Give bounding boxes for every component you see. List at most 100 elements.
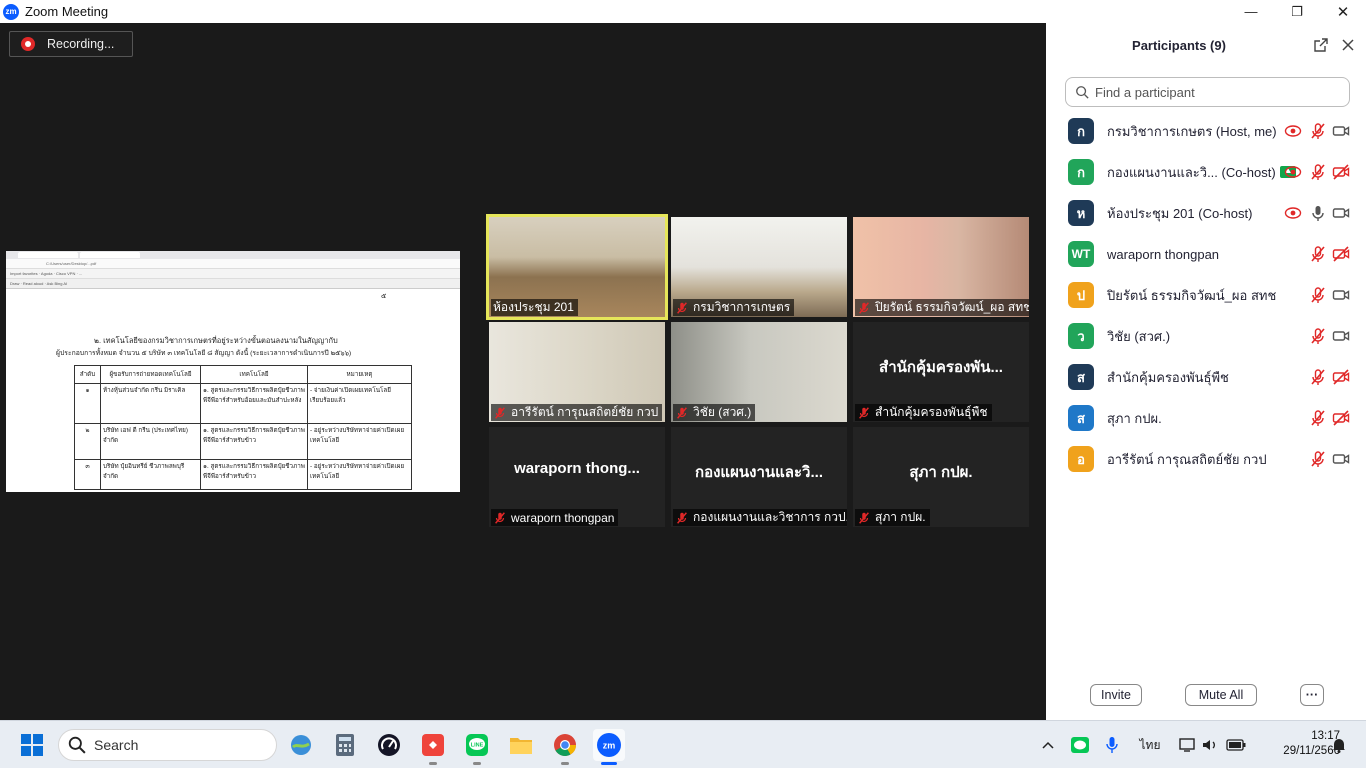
battery-icon[interactable] [1226,734,1246,756]
video-tile[interactable]: ห้องประชุม 201 [486,214,668,320]
shared-screen[interactable]: C:/Users/user/Desktop/...pdf Import favo… [6,251,460,492]
participant-row[interactable]: ว วิชัย (สวศ.) [1046,316,1366,356]
mic-muted-icon[interactable] [1309,450,1327,468]
table-cell: ๓ [74,459,101,490]
participant-name: สำนักคุ้มครองพันธุ์พืช [1107,369,1229,385]
volume-icon[interactable] [1201,734,1219,756]
tile-name: ปิยรัตน์ ธรรมกิจวัฒน์_ผอ สทช [875,300,1029,314]
browser-tabs [6,251,460,259]
widgets-icon[interactable] [285,729,317,761]
recording-indicator[interactable]: Recording... [9,31,133,57]
video-icon[interactable] [1332,450,1350,468]
tile-name: กรมวิชาการเกษตร [693,300,791,314]
participant-row[interactable]: อ อารีรัตน์ การุณสถิตย์ชัย กวป [1046,439,1366,479]
video-icon[interactable] [1332,204,1350,222]
line-icon[interactable]: LINE [461,729,493,765]
participant-row[interactable]: ป ปิยรัตน์ ธรรมกิจวัฒน์_ผอ สทช [1046,275,1366,315]
participant-row[interactable]: ส สุภา กปผ. [1046,398,1366,438]
window-title: Zoom Meeting [25,4,109,19]
pdf-toolbar: Draw · Read aloud · Ask Bing AI [6,279,460,289]
speedtest-icon[interactable] [373,729,405,761]
document-heading-line1: ๒. เทคโนโลยีของกรมวิชาการเกษตรที่อยู่ระห… [94,336,338,345]
video-off-icon[interactable] [1332,409,1350,427]
calculator-icon[interactable] [329,729,361,761]
participant-search-input[interactable] [1095,84,1335,100]
participant-row[interactable]: ห ห้องประชุม 201 (Co-host) [1046,193,1366,233]
video-tile[interactable]: ปิยรัตน์ ธรรมกิจวัฒน์_ผอ สทช [853,217,1029,317]
taskbar: Search LINE zm ไทย 13:17 29/11/2566 [0,720,1366,768]
mic-muted-icon [677,406,687,419]
video-icon[interactable] [1332,122,1350,140]
avatar: ส [1068,364,1094,390]
mic-muted-icon[interactable] [1309,122,1327,140]
tile-name: สำนักคุ้มครองพันธุ์พืช [875,405,988,419]
recording-icon [1284,166,1302,178]
tile-display-name: waraporn thong... [514,460,640,477]
participant-name: ปิยรัตน์ ธรรมกิจวัฒน์_ผอ สทช [1107,287,1277,303]
restore-button[interactable]: ❐ [1274,0,1320,23]
anydesk-icon[interactable] [417,729,449,765]
chrome-icon[interactable] [549,729,581,765]
table-header: ลำดับ [74,365,101,384]
table-row: ๒ บริษัท เอฟ ดี กรีน (ประเทศไทย) จำกัด ๑… [74,423,412,460]
notifications-icon[interactable] [1330,734,1348,756]
video-tile[interactable]: สุภา กปผ. สุภา กปผ. [853,427,1029,527]
video-tile[interactable]: สำนักคุ้มครองพัน... สำนักคุ้มครองพันธุ์พ… [853,322,1029,422]
video-tile[interactable]: กรมวิชาการเกษตร [671,217,847,317]
taskbar-search[interactable]: Search [58,729,277,761]
video-off-icon[interactable] [1332,368,1350,386]
browser-address-bar: C:/Users/user/Desktop/...pdf [6,259,460,269]
video-off-icon[interactable] [1332,245,1350,263]
language-indicator[interactable]: ไทย [1136,734,1164,756]
participants-title: Participants (9) [1132,38,1226,53]
mic-muted-icon[interactable] [1309,286,1327,304]
table-row: ๑ ห้างหุ้นส่วนจำกัด กรีน มิราเคิล ๑. สูต… [74,383,412,424]
participant-row[interactable]: WT waraporn thongpan [1046,234,1366,274]
popout-icon[interactable] [1313,37,1329,53]
minimize-button[interactable]: — [1228,0,1274,23]
mic-icon[interactable] [1309,204,1327,222]
avatar: ก [1068,159,1094,185]
video-tile[interactable]: waraporn thong... waraporn thongpan [489,427,665,527]
participant-name: waraporn thongpan [1107,246,1220,262]
video-tile[interactable]: วิชัย (สวศ.) [671,322,847,422]
participant-row[interactable]: ส สำนักคุ้มครองพันธุ์พืช [1046,357,1366,397]
line-tray-icon[interactable] [1070,734,1090,756]
svg-text:LINE: LINE [471,743,484,749]
participant-row[interactable]: ก กองแผนงานและวิ... (Co-host) [1046,152,1366,192]
mute-all-button[interactable]: Mute All [1185,684,1257,706]
mic-muted-icon[interactable] [1309,163,1327,181]
avatar: ว [1068,323,1094,349]
participant-name: กองแผนงานและวิ... (Co-host) [1107,164,1276,180]
more-options-button[interactable]: ··· [1300,684,1324,706]
participant-name: อารีรัตน์ การุณสถิตย์ชัย กวป [1107,451,1267,467]
network-icon[interactable] [1178,734,1198,756]
close-panel-icon[interactable] [1340,37,1356,53]
mic-muted-icon[interactable] [1309,409,1327,427]
mic-muted-icon [495,406,505,419]
table-header: เทคโนโลยี [200,365,308,384]
mic-muted-icon[interactable] [1309,245,1327,263]
windows-start-icon[interactable] [21,734,43,756]
video-tile[interactable]: อารีรัตน์ การุณสถิตย์ชัย กวป [489,322,665,422]
microphone-tray-icon[interactable] [1103,734,1121,756]
mic-muted-icon [677,511,687,524]
show-hidden-icons[interactable] [1040,734,1056,756]
video-off-icon[interactable] [1332,163,1350,181]
table-cell: ๑. สูตรและกรรมวิธีการผลิตปุ๋ยชีวภาพพีจีพ… [200,423,308,460]
video-icon[interactable] [1332,286,1350,304]
video-tile[interactable]: กองแผนงานและวิ... กองแผนงานและวิชาการ กว… [671,427,847,527]
participant-search[interactable] [1065,77,1350,107]
zoom-icon[interactable]: zm [593,729,625,765]
avatar: อ [1068,446,1094,472]
avatar: ห [1068,200,1094,226]
file-explorer-icon[interactable] [505,729,537,761]
mic-muted-icon [677,301,687,314]
mic-muted-icon[interactable] [1309,327,1327,345]
search-icon [1076,86,1089,99]
video-icon[interactable] [1332,327,1350,345]
participant-row[interactable]: ก กรมวิชาการเกษตร (Host, me) [1046,111,1366,151]
mic-muted-icon[interactable] [1309,368,1327,386]
close-window-button[interactable]: ✕ [1320,0,1366,23]
invite-button[interactable]: Invite [1090,684,1142,706]
